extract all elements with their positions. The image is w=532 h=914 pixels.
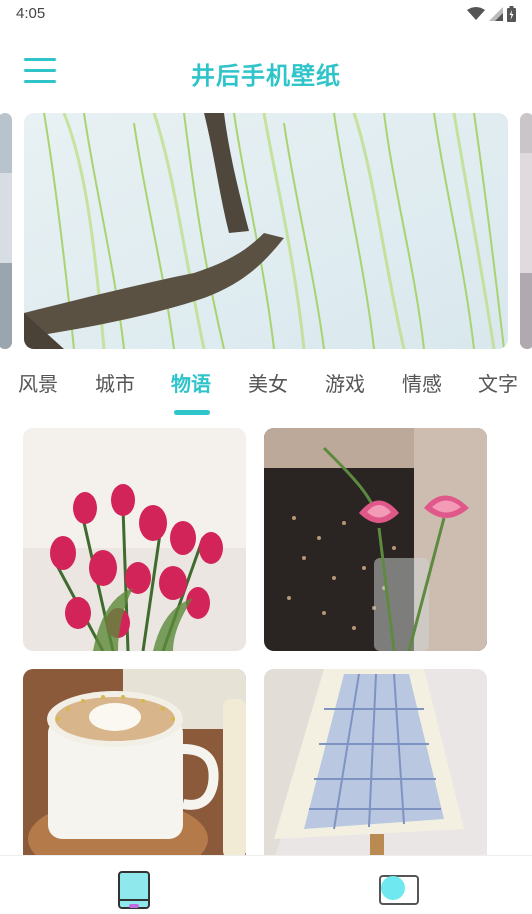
tab-scenery[interactable]: 风景 — [18, 368, 58, 397]
tab-games[interactable]: 游戏 — [325, 368, 365, 397]
category-tabs: 风景 城市 物语 美女 游戏 情感 文字 — [0, 362, 532, 418]
screen-toggle-icon — [379, 875, 419, 905]
tab-city[interactable]: 城市 — [95, 368, 135, 397]
status-bar: 4:05 — [0, 0, 532, 30]
banner-next-peek[interactable] — [520, 113, 532, 349]
wifi-icon — [467, 7, 485, 20]
signal-icon — [489, 7, 503, 21]
app-bar: 井后手机壁纸 — [0, 40, 532, 104]
wallpaper-card[interactable] — [23, 669, 246, 855]
status-icons — [467, 6, 516, 22]
bottom-nav — [0, 855, 532, 910]
battery-icon — [507, 6, 516, 22]
nav-screen[interactable] — [378, 872, 420, 910]
tulips-image — [23, 428, 246, 651]
wallpaper-card[interactable] — [264, 669, 487, 855]
lotus-vase-image — [264, 428, 487, 651]
status-time: 4:05 — [16, 5, 46, 22]
wallpaper-card[interactable] — [23, 428, 246, 651]
nav-wallpaper[interactable] — [117, 870, 151, 914]
wallpaper-card[interactable] — [264, 428, 487, 651]
tab-story[interactable]: 物语 — [171, 368, 211, 397]
tab-emotion[interactable]: 情感 — [402, 368, 442, 397]
app-title: 井后手机壁纸 — [191, 62, 341, 90]
banner-prev-peek[interactable] — [0, 113, 12, 349]
tab-text[interactable]: 文字 — [478, 368, 518, 397]
phone-wallpaper-icon — [118, 871, 150, 909]
wallpaper-grid — [0, 428, 532, 855]
tab-beauty[interactable]: 美女 — [248, 368, 288, 397]
tab-indicator — [174, 410, 210, 415]
banner-image[interactable] — [24, 113, 508, 349]
willow-tree-image — [24, 113, 508, 349]
banner-carousel[interactable] — [0, 113, 532, 349]
plaid-lamp-image — [264, 669, 487, 855]
latte-cup-image — [23, 669, 246, 855]
